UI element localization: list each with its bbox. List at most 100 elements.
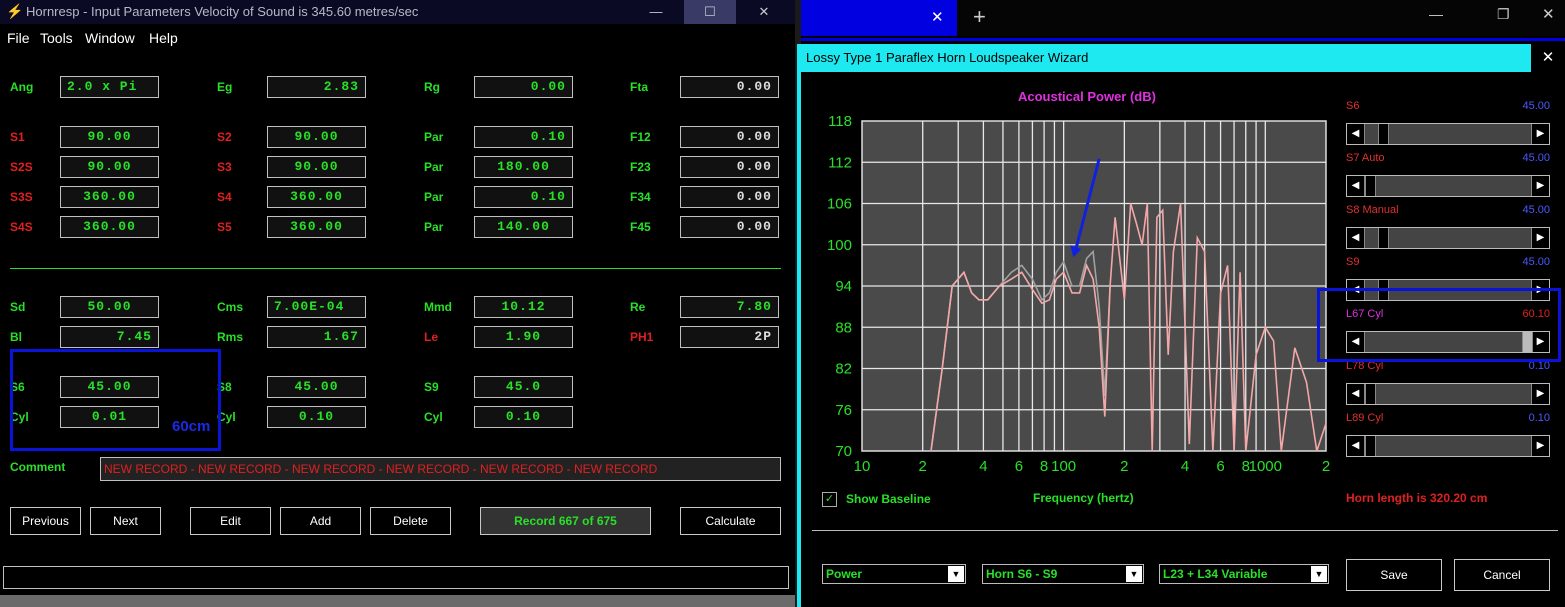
slider-scrollbar[interactable]: ◀ ▶ xyxy=(1346,383,1550,405)
param-field-s2s[interactable]: 90.00 xyxy=(60,156,159,178)
param-field-cyl3[interactable]: 0.10 xyxy=(474,406,573,428)
slider-scrollbar[interactable]: ◀ ▶ xyxy=(1346,435,1550,457)
slider-thumb[interactable] xyxy=(1365,384,1376,404)
param-field-s9[interactable]: 45.0 xyxy=(474,376,573,398)
show-baseline-checkbox[interactable]: ✓ xyxy=(822,492,837,507)
chevron-left-icon[interactable]: ◀ xyxy=(1347,176,1365,196)
param-field-rg[interactable]: 0.00 xyxy=(474,76,573,98)
menu-window[interactable]: Window xyxy=(85,30,135,46)
param-field-ang[interactable]: 2.0 x Pi xyxy=(60,76,159,98)
variable-dropdown[interactable]: L23 + L34 Variable ▼ xyxy=(1159,564,1329,584)
chevron-right-icon[interactable]: ▶ xyxy=(1531,384,1549,404)
minimize-button[interactable]: — xyxy=(630,0,682,24)
y-tick-label: 82 xyxy=(835,361,852,378)
slider-thumb[interactable] xyxy=(1377,228,1389,248)
param-field-bl[interactable]: 7.45 xyxy=(60,326,159,348)
param-field-f12[interactable]: 0.00 xyxy=(680,126,779,148)
browser-close-icon[interactable]: ✕ xyxy=(1542,5,1555,23)
left-title-bar: ⚡ Hornresp - Input Parameters Velocity o… xyxy=(0,0,795,24)
param-field-le[interactable]: 1.90 xyxy=(474,326,573,348)
param-field-rms[interactable]: 1.67 xyxy=(267,326,366,348)
slider-scrollbar[interactable]: ◀ ▶ xyxy=(1346,123,1550,145)
chevron-right-icon[interactable]: ▶ xyxy=(1531,228,1549,248)
wizard-close-icon[interactable]: ✕ xyxy=(1531,44,1565,72)
param-field-sd[interactable]: 50.00 xyxy=(60,296,159,318)
param-field-par4[interactable]: 140.00 xyxy=(474,216,573,238)
highlight-box-s6 xyxy=(10,349,221,451)
menu-help[interactable]: Help xyxy=(149,30,178,46)
chevron-right-icon[interactable]: ▶ xyxy=(1531,176,1549,196)
param-field-par3[interactable]: 0.10 xyxy=(474,186,573,208)
add-button[interactable]: Add xyxy=(280,507,361,535)
param-field-s3s[interactable]: 360.00 xyxy=(60,186,159,208)
chevron-left-icon[interactable]: ◀ xyxy=(1347,228,1365,248)
param-field-eg[interactable]: 2.83 xyxy=(267,76,366,98)
chevron-down-icon: ▼ xyxy=(1126,566,1142,582)
save-button[interactable]: Save xyxy=(1346,559,1442,591)
chevron-left-icon[interactable]: ◀ xyxy=(1347,436,1365,456)
x-tick-label: 2 xyxy=(1120,458,1128,475)
param-field-par1[interactable]: 0.10 xyxy=(474,126,573,148)
chevron-right-icon[interactable]: ▶ xyxy=(1531,436,1549,456)
chevron-left-icon[interactable]: ◀ xyxy=(1347,384,1365,404)
slider-value: 0.10 xyxy=(1528,412,1550,424)
x-tick-label: 6 xyxy=(1216,458,1224,475)
cancel-button[interactable]: Cancel xyxy=(1454,559,1550,591)
browser-restore-icon[interactable]: ❐ xyxy=(1497,6,1510,23)
comment-field[interactable]: NEW RECORD - NEW RECORD - NEW RECORD - N… xyxy=(100,457,781,481)
section-divider xyxy=(10,268,781,269)
close-icon[interactable]: ✕ xyxy=(738,0,790,24)
slider-scrollbar[interactable]: ◀ ▶ xyxy=(1346,227,1550,249)
new-tab-icon[interactable]: + xyxy=(973,4,986,30)
horn-dropdown-value: Horn S6 - S9 xyxy=(986,567,1058,581)
power-dropdown[interactable]: Power ▼ xyxy=(822,564,966,584)
param-field-s2[interactable]: 90.00 xyxy=(267,126,366,148)
param-field-s8[interactable]: 45.00 xyxy=(267,376,366,398)
param-field-re[interactable]: 7.80 xyxy=(680,296,779,318)
slider-thumb[interactable] xyxy=(1377,124,1389,144)
param-field-f45[interactable]: 0.00 xyxy=(680,216,779,238)
delete-button[interactable]: Delete xyxy=(370,507,451,535)
param-field-s1[interactable]: 90.00 xyxy=(60,126,159,148)
browser-minimize-icon[interactable]: — xyxy=(1429,6,1443,22)
param-field-f23[interactable]: 0.00 xyxy=(680,156,779,178)
x-tick-label: 1000 xyxy=(1249,458,1282,475)
param-field-s4[interactable]: 360.00 xyxy=(267,186,366,208)
maximize-button[interactable]: ☐ xyxy=(684,0,736,24)
horn-dropdown[interactable]: Horn S6 - S9 ▼ xyxy=(982,564,1144,584)
menu-file[interactable]: File xyxy=(7,30,30,46)
x-tick-label: 6 xyxy=(1015,458,1023,475)
param-label-par3: Par xyxy=(424,190,444,204)
status-bar xyxy=(3,566,789,589)
param-field-par2[interactable]: 180.00 xyxy=(474,156,573,178)
param-field-fta[interactable]: 0.00 xyxy=(680,76,779,98)
param-label-bl: Bl xyxy=(10,330,22,344)
chevron-right-icon[interactable]: ▶ xyxy=(1531,124,1549,144)
slider-thumb[interactable] xyxy=(1365,436,1376,456)
param-field-ph1[interactable]: 2P xyxy=(680,326,779,348)
param-label-s5: S5 xyxy=(217,220,232,234)
next-button[interactable]: Next xyxy=(90,507,161,535)
param-label-f45: F45 xyxy=(630,220,651,234)
param-field-s5[interactable]: 360.00 xyxy=(267,216,366,238)
browser-tab[interactable]: ✕ xyxy=(801,0,957,36)
menu-tools[interactable]: Tools xyxy=(40,30,73,46)
param-label-rg: Rg xyxy=(424,80,440,94)
param-field-s4s[interactable]: 360.00 xyxy=(60,216,159,238)
param-field-mmd[interactable]: 10.12 xyxy=(474,296,573,318)
y-tick-label: 106 xyxy=(827,196,852,213)
param-field-s3[interactable]: 90.00 xyxy=(267,156,366,178)
previous-button[interactable]: Previous xyxy=(10,507,81,535)
param-field-cyl2[interactable]: 0.10 xyxy=(267,406,366,428)
calculate-button[interactable]: Calculate xyxy=(680,507,781,535)
chevron-left-icon[interactable]: ◀ xyxy=(1347,124,1365,144)
tab-close-icon[interactable]: ✕ xyxy=(931,8,944,26)
edit-button[interactable]: Edit xyxy=(190,507,271,535)
param-label-ph1: PH1 xyxy=(630,330,654,344)
wizard-title: Lossy Type 1 Paraflex Horn Loudspeaker W… xyxy=(806,50,1089,65)
param-field-cms[interactable]: 7.00E-04 xyxy=(267,296,366,318)
param-field-f34[interactable]: 0.00 xyxy=(680,186,779,208)
menu-bar: File Tools Window Help xyxy=(0,26,795,50)
slider-thumb[interactable] xyxy=(1365,176,1376,196)
slider-scrollbar[interactable]: ◀ ▶ xyxy=(1346,175,1550,197)
